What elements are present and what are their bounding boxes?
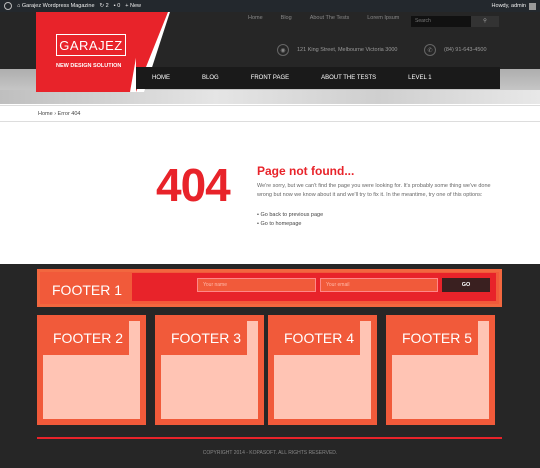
page-title: Page not found... bbox=[257, 164, 355, 178]
link-homepage[interactable]: Go to homepage bbox=[257, 220, 323, 229]
go-button[interactable]: GO bbox=[442, 278, 490, 292]
footer-4-title: FOOTER 4 bbox=[274, 321, 360, 355]
breadcrumb[interactable]: Home › Error 404 bbox=[0, 105, 540, 122]
location-icon: ◉ bbox=[277, 44, 289, 56]
phone-block: ✆ (84) 91-643-4500 bbox=[424, 44, 487, 56]
footer-5-title: FOOTER 5 bbox=[392, 321, 478, 355]
error-options: Go back to previous page Go to homepage bbox=[257, 211, 323, 228]
admin-bar: ⌂ Garajez Wordpress Magazine ↻ 2 ▪ 0 + N… bbox=[0, 0, 540, 12]
admin-account[interactable]: Howdy, admin bbox=[492, 2, 536, 10]
search-icon: ⚲ bbox=[483, 18, 487, 24]
address-text: 121 King Street, Melbourne Victoria 3000 bbox=[297, 47, 398, 53]
nav-about[interactable]: ABOUT THE TESTS bbox=[321, 75, 376, 81]
footer-1-title: FOOTER 1 bbox=[52, 282, 123, 298]
admin-new[interactable]: + New bbox=[125, 0, 141, 12]
top-menu: Home Blog About The Tests Lorem Ipsum bbox=[248, 15, 417, 21]
phone-text: (84) 91-643-4500 bbox=[444, 47, 487, 53]
top-menu-blog[interactable]: Blog bbox=[281, 15, 292, 21]
search-button[interactable]: ⚲ bbox=[471, 16, 499, 27]
nav-blog[interactable]: BLOG bbox=[202, 75, 219, 81]
top-menu-about[interactable]: About The Tests bbox=[310, 15, 350, 21]
name-input[interactable]: Your name bbox=[197, 278, 316, 292]
wordpress-icon[interactable] bbox=[4, 2, 12, 10]
top-menu-home[interactable]: Home bbox=[248, 15, 263, 21]
nav-level-1[interactable]: LEVEL 1 bbox=[408, 75, 431, 81]
admin-site-name[interactable]: ⌂ Garajez Wordpress Magazine bbox=[17, 0, 95, 12]
email-input[interactable]: Your email bbox=[320, 278, 438, 292]
search-input[interactable]: Search bbox=[411, 16, 471, 27]
footer-2-title: FOOTER 2 bbox=[43, 321, 129, 355]
footer-divider bbox=[37, 437, 502, 439]
footer-3-widget: FOOTER 3 bbox=[155, 315, 264, 425]
footer-3-title: FOOTER 3 bbox=[161, 321, 247, 355]
error-message: We're sorry, but we can't find the page … bbox=[257, 183, 491, 198]
address-block: ◉ 121 King Street, Melbourne Victoria 30… bbox=[277, 44, 398, 56]
main-nav: HOME BLOG FRONT PAGE ABOUT THE TESTS LEV… bbox=[136, 67, 500, 89]
admin-comments[interactable]: ▪ 0 bbox=[114, 0, 121, 12]
phone-icon: ✆ bbox=[424, 44, 436, 56]
admin-updates[interactable]: ↻ 2 bbox=[100, 0, 109, 12]
top-menu-lorem[interactable]: Lorem Ipsum bbox=[367, 15, 399, 21]
site-logo[interactable]: GARAJEZ bbox=[56, 34, 126, 56]
nav-home[interactable]: HOME bbox=[152, 75, 170, 81]
copyright: COPYRIGHT 2014 - KOPASOFT. ALL RIGHTS RE… bbox=[202, 450, 338, 456]
footer-5-widget: FOOTER 5 bbox=[386, 315, 495, 425]
nav-front-page[interactable]: FRONT PAGE bbox=[251, 75, 289, 81]
error-code: 404 bbox=[156, 159, 231, 211]
footer-4-widget: FOOTER 4 bbox=[268, 315, 377, 425]
avatar bbox=[529, 2, 536, 10]
site-tagline: NEW DESIGN SOLUTION bbox=[56, 63, 122, 69]
header-photo bbox=[0, 90, 540, 104]
footer-2-widget: FOOTER 2 bbox=[37, 315, 146, 425]
link-previous-page[interactable]: Go back to previous page bbox=[257, 211, 323, 220]
